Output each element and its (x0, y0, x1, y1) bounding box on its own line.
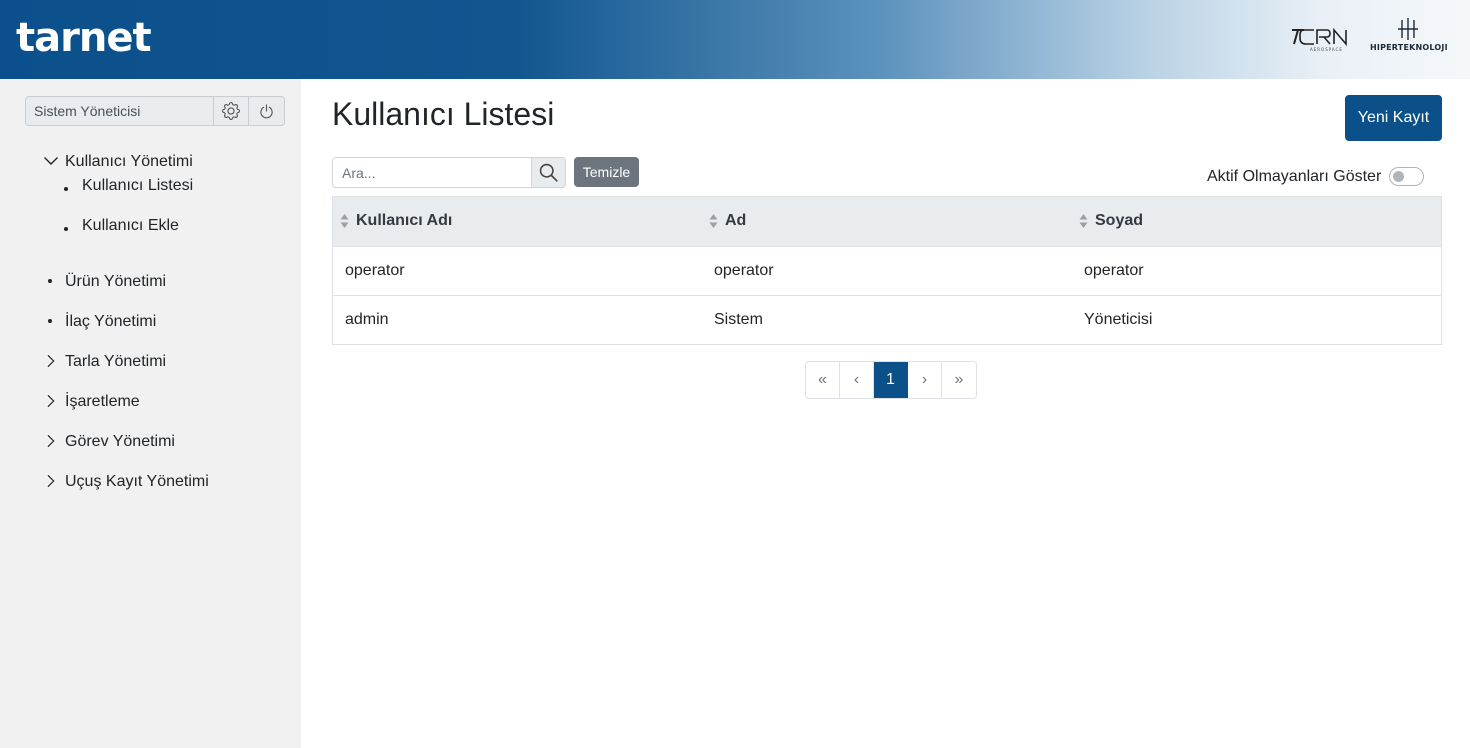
column-header-label: Ad (725, 212, 747, 229)
table-row[interactable]: operator operator operator (333, 247, 1441, 296)
sort-icon (1079, 214, 1088, 228)
hiperteknoloji-logo: HIPERTEKNOLOJI (1370, 16, 1448, 64)
settings-button[interactable] (214, 97, 249, 125)
logout-button[interactable] (249, 97, 284, 125)
search-input[interactable] (333, 158, 531, 187)
cell-username: operator (345, 262, 405, 279)
table-row[interactable]: admin Sistem Yöneticisi (333, 296, 1441, 344)
menu-item-label: İşaretleme (65, 393, 140, 410)
cell-last-name: operator (1084, 262, 1144, 279)
brand-logo[interactable]: tarnet (16, 14, 152, 62)
bullet-icon (48, 279, 52, 283)
inactive-toggle-label: Aktif Olmayanları Göster (1207, 168, 1382, 185)
cell-first-name: Sistem (714, 311, 763, 328)
power-icon (260, 103, 273, 118)
hiperteknoloji-logo-text: HIPERTEKNOLOJI (1370, 43, 1448, 52)
submenu-item-label: Kullanıcı Listesi (82, 177, 194, 194)
search-button[interactable] (531, 158, 565, 187)
pagination: « ‹ 1 › » (805, 361, 977, 399)
current-user-name: Sistem Yöneticisi (26, 97, 214, 125)
submenu-item-kullanici-listesi[interactable]: Kullanıcı Listesi (0, 173, 301, 213)
menu-item-label: Ürün Yönetimi (65, 273, 167, 290)
column-header-kullanici-adi[interactable]: Kullanıcı Adı (333, 197, 702, 246)
show-inactive-toggle[interactable] (1389, 167, 1424, 186)
chevron-right-icon (47, 434, 55, 448)
chevron-down-icon (44, 157, 58, 165)
menu-item-ucus-kayit-yonetimi[interactable]: Uçuş Kayıt Yönetimi (0, 461, 301, 501)
sort-icon (340, 214, 349, 228)
users-table: Kullanıcı Adı Ad Soyad operator operator… (332, 196, 1442, 345)
top-header: tarnet AEROSPACE HIPERTEKNOLOJI (0, 0, 1470, 79)
table-header: Kullanıcı Adı Ad Soyad (333, 197, 1441, 247)
user-panel: Sistem Yöneticisi (25, 96, 285, 126)
menu-item-ilac-yonetimi[interactable]: İlaç Yönetimi (0, 301, 301, 341)
menu-item-label: Tarla Yönetimi (65, 353, 167, 370)
menu-item-gorev-yonetimi[interactable]: Görev Yönetimi (0, 421, 301, 461)
menu-item-label: Uçuş Kayıt Yönetimi (65, 473, 209, 490)
submenu-item-kullanici-ekle[interactable]: Kullanıcı Ekle (0, 213, 301, 253)
menu-item-label: Kullanıcı Yönetimi (65, 153, 193, 170)
page-title: Kullanıcı Listesi (332, 96, 555, 132)
menu-item-isaretleme[interactable]: İşaretleme (0, 381, 301, 421)
bullet-icon (64, 227, 68, 231)
cell-username: admin (345, 311, 389, 328)
chevron-right-icon (47, 394, 55, 408)
page-last-button[interactable]: » (942, 362, 976, 398)
page-first-button[interactable]: « (806, 362, 840, 398)
submenu-item-label: Kullanıcı Ekle (82, 217, 179, 234)
search-icon (539, 163, 558, 182)
search-group (332, 157, 566, 188)
page-current-button[interactable]: 1 (874, 362, 908, 398)
menu-item-label: İlaç Yönetimi (65, 313, 157, 330)
page-next-button[interactable]: › (908, 362, 942, 398)
menu-item-label: Görev Yönetimi (65, 433, 175, 450)
menu-item-urun-yonetimi[interactable]: Ürün Yönetimi (0, 261, 301, 301)
toggle-knob (1393, 171, 1404, 182)
chevron-right-icon (47, 354, 55, 368)
bullet-icon (64, 187, 68, 191)
crn-aerospace-logo: AEROSPACE (1292, 27, 1347, 52)
clear-button[interactable]: Temizle (574, 157, 639, 187)
chevron-right-icon (47, 474, 55, 488)
gear-icon (222, 102, 240, 120)
cell-first-name: operator (714, 262, 774, 279)
menu-item-tarla-yonetimi[interactable]: Tarla Yönetimi (0, 341, 301, 381)
svg-text:AEROSPACE: AEROSPACE (1310, 47, 1343, 52)
sidebar: Sistem Yöneticisi Kullanıcı Yönetimi Kul… (0, 79, 301, 748)
column-header-ad[interactable]: Ad (702, 197, 1072, 246)
column-header-label: Kullanıcı Adı (356, 212, 453, 229)
new-record-button[interactable]: Yeni Kayıt (1345, 95, 1442, 141)
sort-icon (709, 214, 718, 228)
column-header-soyad[interactable]: Soyad (1072, 197, 1441, 246)
bullet-icon (48, 319, 52, 323)
column-header-label: Soyad (1095, 212, 1144, 229)
page-prev-button[interactable]: ‹ (840, 362, 874, 398)
sidebar-menu: Kullanıcı Yönetimi Kullanıcı Listesi Kul… (0, 141, 301, 501)
cell-last-name: Yöneticisi (1084, 311, 1153, 328)
